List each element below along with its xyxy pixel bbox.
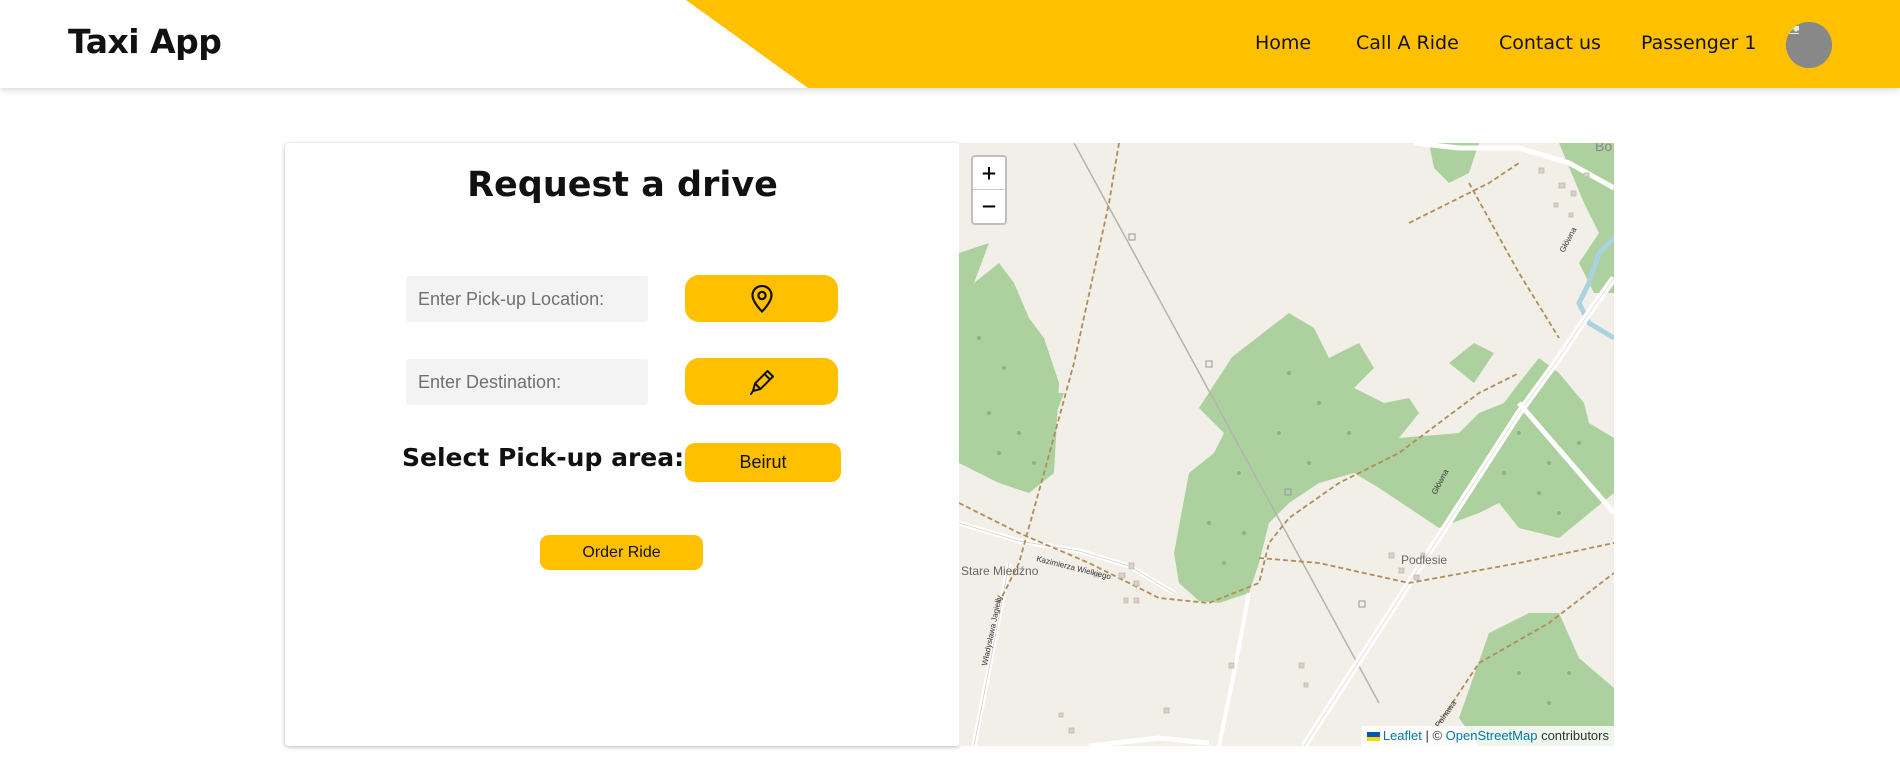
pickup-locate-button[interactable] [685, 275, 838, 322]
nav-home[interactable]: Home [1255, 32, 1311, 54]
top-navbar: Taxi App Home Call A Ride Contact us Pas… [0, 0, 1900, 88]
pickup-area-selected-value: Beirut [739, 452, 787, 472]
header-accent-band [686, 0, 1900, 88]
zoom-out-button[interactable]: − [973, 190, 1005, 223]
nav-passenger-profile[interactable]: Passenger 1 [1641, 32, 1756, 54]
nav-call-a-ride[interactable]: Call A Ride [1356, 32, 1459, 54]
label-podlesie: Podlesie [1401, 553, 1447, 567]
openstreetmap-link[interactable]: OpenStreetMap [1446, 728, 1538, 743]
request-ride-card: Request a drive Select Pick-up area: Bei… [285, 143, 960, 746]
app-logo-text[interactable]: Taxi App [68, 22, 222, 61]
pickup-area-select[interactable]: Beirut [685, 443, 841, 482]
pickup-location-input[interactable] [406, 276, 648, 322]
order-ride-button[interactable]: Order Ride [540, 535, 703, 570]
page-title: Request a drive [467, 165, 778, 205]
nav-contact-us[interactable]: Contact us [1499, 32, 1601, 54]
map-view[interactable]: Stare Miedźno Podlesie Bo Kazimierza Wie… [959, 143, 1614, 746]
pencil-icon [749, 369, 774, 395]
leaflet-link[interactable]: Leaflet [1383, 728, 1422, 743]
pickup-area-label: Select Pick-up area: [402, 443, 685, 472]
avatar-broken-image-icon [1786, 22, 1832, 68]
label-stare-miedzno: Stare Miedźno [961, 564, 1039, 578]
destination-edit-button[interactable] [685, 358, 838, 405]
destination-input[interactable] [406, 359, 648, 405]
map-pin-icon [750, 284, 773, 313]
attribution-suffix: contributors [1537, 728, 1609, 743]
map-tiles[interactable]: Stare Miedźno Podlesie Bo Kazimierza Wie… [959, 143, 1614, 746]
map-attribution: Leaflet | © OpenStreetMap contributors [1360, 726, 1614, 746]
label-bo: Bo [1595, 143, 1612, 154]
map-zoom-control: + − [971, 155, 1007, 225]
attribution-separator: | © [1421, 728, 1446, 743]
zoom-in-button[interactable]: + [973, 157, 1005, 190]
ukraine-flag-icon [1366, 732, 1380, 741]
avatar[interactable] [1786, 22, 1832, 68]
